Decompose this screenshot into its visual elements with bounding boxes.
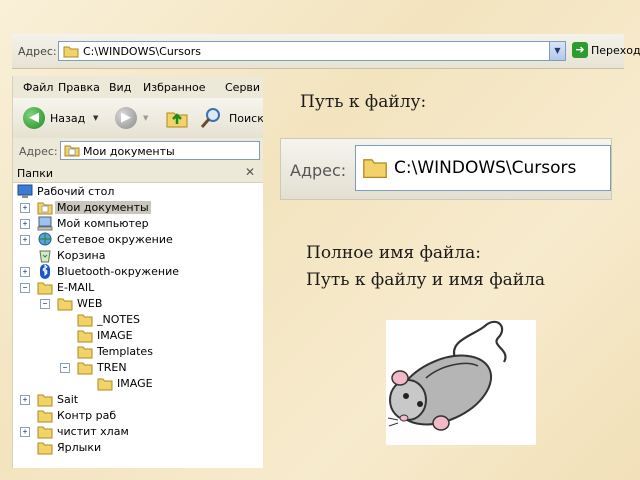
expand-toggle[interactable]: +	[20, 267, 30, 277]
expand-toggle[interactable]: +	[20, 427, 30, 437]
mouse-icon	[387, 320, 507, 431]
folders-pane-title: Папки	[17, 167, 53, 180]
expand-toggle[interactable]: +	[20, 203, 30, 213]
tree-item-label: IMAGE	[97, 329, 133, 342]
menu-favorites[interactable]: Избранное	[143, 81, 205, 94]
tree-item-label: E-MAIL	[57, 281, 95, 294]
computer-mouse-illustration	[386, 320, 536, 445]
collapse-toggle[interactable]: −	[40, 299, 50, 309]
forward-dropdown-icon[interactable]: ▼	[143, 114, 148, 122]
top-address-bar: Адрес: C:\WINDOWS\Cursors ▼ ➜ Переход	[12, 34, 640, 69]
folder-tree: Рабочий стол + Мои документы + Мой компь…	[13, 182, 263, 468]
folder-icon	[77, 362, 93, 375]
menu-view[interactable]: Вид	[109, 81, 131, 94]
folder-icon	[37, 442, 53, 455]
toolbar: ◀ Назад ▼ ▶ ▼ Поиск	[13, 98, 263, 139]
tree-item-label: Корзина	[57, 249, 106, 262]
folder-icon	[97, 378, 113, 391]
fullname-heading: Полное имя файла:	[306, 243, 482, 263]
folder-icon	[77, 346, 93, 359]
go-arrow-icon: ➜	[572, 42, 588, 58]
close-icon[interactable]: ✕	[245, 165, 255, 179]
search-icon[interactable]	[199, 106, 223, 130]
folder-up-icon[interactable]	[165, 106, 189, 130]
zoomed-address-label: Адрес:	[290, 161, 347, 180]
tree-item-label: Bluetooth-окружение	[57, 265, 180, 278]
folder-icon	[77, 330, 93, 343]
search-button-label[interactable]: Поиск	[229, 112, 263, 125]
folders-pane-header: Папки ✕	[13, 164, 263, 183]
collapse-toggle[interactable]: −	[20, 283, 30, 293]
back-arrow-icon[interactable]: ◀	[23, 107, 45, 129]
folder-icon	[37, 282, 53, 295]
menu-file[interactable]: Файл	[23, 81, 53, 94]
tree-item-label: Мои документы	[55, 201, 151, 214]
collapse-toggle[interactable]: −	[60, 363, 70, 373]
forward-arrow-icon[interactable]: ▶	[115, 107, 137, 129]
tree-item-label: Сетевое окружение	[57, 233, 173, 246]
expand-toggle[interactable]: +	[20, 235, 30, 245]
back-button-label[interactable]: Назад	[50, 112, 85, 125]
folder-open-icon	[57, 298, 73, 311]
my-documents-icon	[37, 202, 53, 215]
address-dropdown-button[interactable]: ▼	[549, 42, 565, 60]
explorer-address-input[interactable]: Мои документы	[60, 141, 260, 160]
zoomed-address-path: C:\WINDOWS\Cursors	[394, 158, 577, 178]
tree-item-label: Рабочий стол	[37, 185, 115, 198]
network-icon	[38, 232, 52, 246]
address-input[interactable]: C:\WINDOWS\Cursors ▼	[58, 41, 566, 61]
my-documents-icon	[64, 145, 80, 157]
address-path: C:\WINDOWS\Cursors	[83, 45, 202, 58]
tree-item-label: TREN	[97, 361, 127, 374]
zoomed-address-bar: Адрес: C:\WINDOWS\Cursors	[280, 138, 612, 200]
fullname-definition: Путь к файлу и имя файла	[306, 270, 546, 290]
expand-toggle[interactable]: +	[20, 219, 30, 229]
tree-item-label: Контр раб	[57, 409, 117, 422]
back-dropdown-icon[interactable]: ▼	[93, 114, 98, 122]
tree-item-label: IMAGE	[117, 377, 153, 390]
folder-icon	[63, 46, 79, 58]
folder-icon	[77, 314, 93, 327]
folder-icon	[37, 426, 53, 439]
path-heading: Путь к файлу:	[300, 92, 427, 112]
tree-item-label: _NOTES	[97, 313, 141, 326]
tree-item-label: Templates	[97, 345, 153, 358]
folder-icon	[37, 394, 53, 407]
go-button[interactable]: ➜ Переход	[572, 42, 640, 60]
folder-icon	[37, 410, 53, 423]
tree-item-label: WEB	[77, 297, 103, 310]
zoomed-address-input: C:\WINDOWS\Cursors	[355, 145, 611, 191]
explorer-window: Файл Правка Вид Избранное Серви ◀ Назад …	[12, 76, 263, 468]
explorer-address-label: Адрес:	[19, 145, 58, 158]
menu-tools[interactable]: Серви	[225, 81, 260, 94]
folder-icon	[363, 159, 387, 179]
tree-item-label: Мой компьютер	[57, 217, 149, 230]
tree-item-label: Sait	[57, 393, 79, 406]
my-computer-icon	[37, 216, 53, 231]
recycle-bin-icon	[39, 250, 51, 263]
explorer-address-bar: Адрес: Мои документы	[13, 138, 263, 165]
menu-bar: Файл Правка Вид Избранное Серви	[13, 76, 263, 99]
explorer-address-path: Мои документы	[83, 145, 175, 158]
tree-item-label: чистит хлам	[57, 425, 129, 438]
expand-toggle[interactable]: +	[20, 395, 30, 405]
bluetooth-icon	[40, 264, 50, 279]
go-label: Переход	[591, 44, 640, 57]
menu-edit[interactable]: Правка	[58, 81, 100, 94]
address-label: Адрес:	[18, 45, 57, 58]
desktop-icon	[17, 184, 33, 198]
tree-item-label: Ярлыки	[57, 441, 102, 454]
